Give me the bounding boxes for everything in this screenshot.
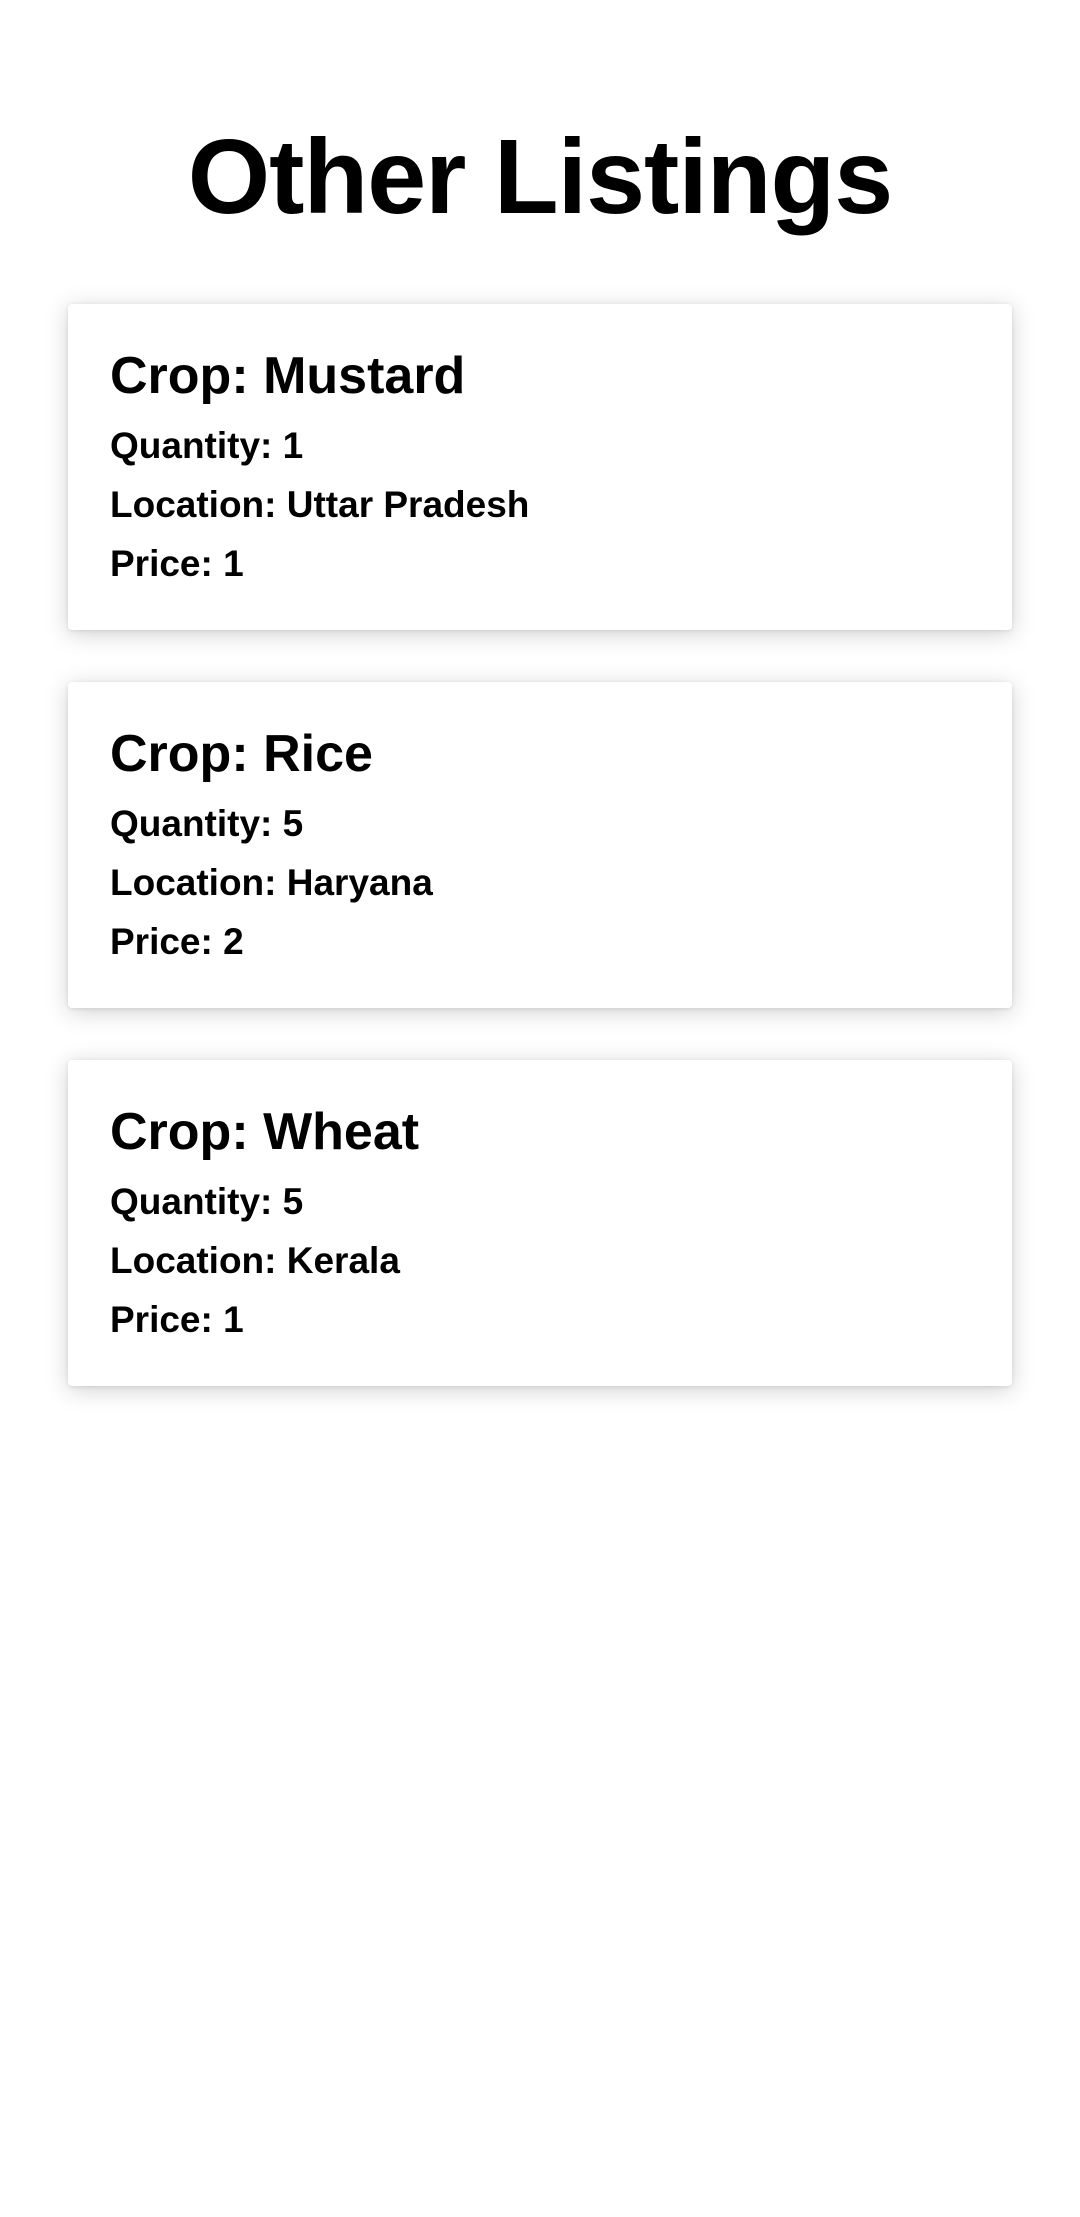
listing-price: Price: 2 bbox=[110, 921, 244, 962]
listings-list: Crop: Mustard Quantity: 1 Location: Utta… bbox=[68, 304, 1012, 1438]
listing-crop: Crop: Mustard bbox=[110, 347, 466, 405]
listing-crop: Crop: Rice bbox=[110, 725, 373, 783]
listing-crop: Crop: Wheat bbox=[110, 1103, 420, 1161]
listing-location: Location: Haryana bbox=[110, 862, 433, 903]
listing-quantity: Quantity: 5 bbox=[110, 1181, 304, 1222]
listing-card-mustard: Crop: Mustard Quantity: 1 Location: Utta… bbox=[68, 304, 1012, 630]
listing-price: Price: 1 bbox=[110, 1299, 244, 1340]
listing-quantity: Quantity: 1 bbox=[110, 425, 304, 466]
listing-location: Location: Uttar Pradesh bbox=[110, 484, 530, 525]
listing-card-rice: Crop: Rice Quantity: 5 Location: Haryana… bbox=[68, 682, 1012, 1008]
listing-card-wheat: Crop: Wheat Quantity: 5 Location: Kerala… bbox=[68, 1060, 1012, 1386]
page-title: Other Listings bbox=[187, 118, 894, 236]
listing-quantity: Quantity: 5 bbox=[110, 803, 304, 844]
listing-price: Price: 1 bbox=[110, 543, 244, 584]
listing-location: Location: Kerala bbox=[110, 1240, 400, 1281]
